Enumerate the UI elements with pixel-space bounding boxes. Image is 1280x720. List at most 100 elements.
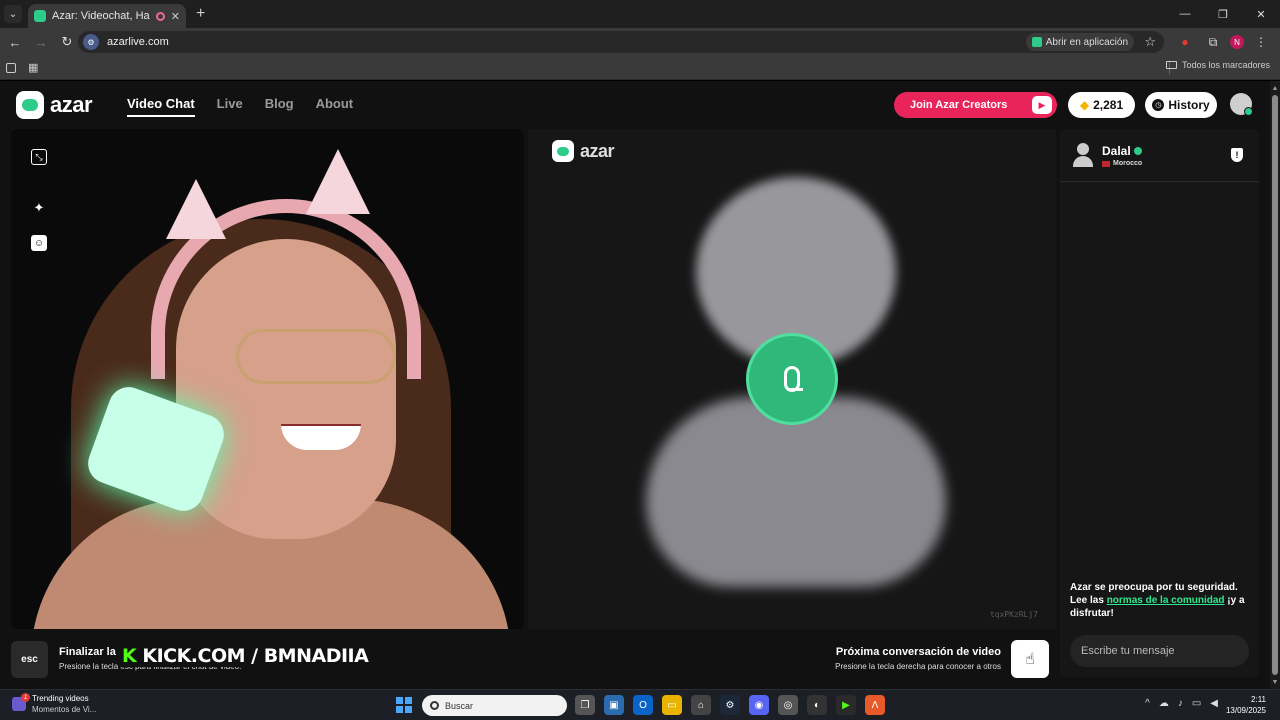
recording-indicator-icon (155, 11, 165, 21)
close-window-icon[interactable]: ✕ (1242, 0, 1280, 28)
azar-logo[interactable]: azar (16, 91, 93, 119)
site-info-icon[interactable]: ⚙ (83, 34, 99, 50)
tab-title: Azar: Videochat, Haz nuevo (52, 10, 150, 22)
remote-logo-text: azar (580, 140, 615, 161)
news-widget[interactable]: 1 Trending videos Momentos de Vi... (12, 693, 96, 715)
report-shield-icon[interactable]: ! (1231, 148, 1243, 162)
scroll-up-icon[interactable]: ▲ (1270, 83, 1280, 93)
all-bookmarks-button[interactable]: Todos los marcadores (1165, 60, 1270, 70)
system-clock[interactable]: 2:11 13/09/2025 (1226, 694, 1266, 716)
effects-sparkle-icon[interactable]: ✦ (31, 200, 47, 216)
community-guidelines-link[interactable]: normas de la comunidad (1107, 595, 1225, 606)
azar-logo-icon (16, 91, 44, 119)
bookmark-star-icon[interactable]: ☆ (1144, 34, 1156, 50)
face-filter-icon[interactable]: ☺ (31, 235, 47, 251)
scroll-thumb[interactable] (1272, 95, 1278, 675)
azar-logo-icon (552, 140, 574, 162)
stream-overlay-handle: KICK.COM / BMNADIIA (136, 645, 369, 667)
windows-start-icon[interactable] (396, 697, 412, 713)
app-launcher-icon[interactable]: Λ (865, 695, 885, 715)
tab-search-dropdown-icon[interactable]: ⌄ (4, 5, 22, 23)
avatar-status-badge (1244, 107, 1253, 116)
kick-logo-letter: K (122, 645, 137, 667)
chrome-icon[interactable]: ◎ (778, 695, 798, 715)
nav-live[interactable]: Live (217, 96, 243, 117)
video-glasses (236, 329, 396, 384)
file-explorer-icon[interactable]: ▭ (662, 695, 682, 715)
task-view-icon[interactable]: ❐ (575, 695, 595, 715)
gems-button[interactable]: ◆ 2,281 (1068, 92, 1135, 118)
scroll-down-icon[interactable]: ▼ (1270, 677, 1280, 687)
tray-overflow-icon[interactable]: ^ (1145, 698, 1150, 709)
nav-about[interactable]: About (316, 96, 354, 117)
browser-tab[interactable]: Azar: Videochat, Haz nuevo ✕ (28, 4, 186, 28)
minimize-icon[interactable]: — (1166, 0, 1204, 28)
remote-video: azar tqxPKzRLj7 (528, 129, 1056, 629)
open-in-app-button[interactable]: Abrir en aplicación (1025, 33, 1134, 51)
display-icon[interactable]: ▭ (1192, 698, 1201, 709)
open-in-app-label: Abrir en aplicación (1045, 36, 1128, 48)
gems-count: 2,281 (1093, 98, 1124, 112)
bookmark-page-icon[interactable] (6, 62, 16, 73)
nav-video-chat[interactable]: Video Chat (127, 96, 195, 117)
extensions-area: ● ⧉ N ⋮ (1174, 28, 1280, 56)
reload-icon[interactable]: ↻ (56, 31, 78, 53)
bookmarks-bar: ▦ Todos los marcadores (0, 56, 1280, 80)
next-chat-button[interactable]: ☝ (1011, 640, 1049, 678)
streaming-app-icon[interactable]: ▶ (836, 695, 856, 715)
tab-close-icon[interactable]: ✕ (171, 10, 180, 23)
blurred-avatar-body (646, 397, 946, 587)
restore-icon[interactable]: ❐ (1204, 0, 1242, 28)
verified-icon (1133, 147, 1142, 155)
morocco-flag-icon (1102, 160, 1110, 167)
nav-blog[interactable]: Blog (265, 96, 294, 117)
obs-icon[interactable]: ◐ (807, 695, 827, 715)
chat-panel: Dalal Morocco ! Azar se preocupa por tu … (1060, 129, 1259, 677)
forward-icon[interactable]: → (30, 31, 52, 53)
clock-date: 13/09/2025 (1225, 706, 1266, 715)
gem-icon: ◆ (1079, 98, 1090, 112)
outlook-icon[interactable]: O (633, 695, 653, 715)
extensions-puzzle-icon[interactable]: ⧉ (1202, 31, 1224, 53)
page-scrollbar[interactable]: ▲ ▼ (1270, 81, 1280, 689)
steam-icon[interactable]: ⚙ (720, 695, 740, 715)
url-text[interactable]: azarlive.com (107, 36, 169, 48)
omnibox[interactable]: ⚙ azarlive.com Abrir en aplicación ☆ (78, 31, 1164, 53)
peer-avatar-icon (1072, 143, 1094, 169)
volume-icon[interactable]: ◀ (1210, 698, 1218, 709)
clock-time: 2:11 (1251, 695, 1266, 704)
apps-grid-icon[interactable]: ▦ (28, 61, 38, 74)
history-button[interactable]: ◷ History (1145, 92, 1217, 118)
app-icon[interactable]: ⌂ (691, 695, 711, 715)
minimize-video-icon[interactable]: ⤡ (31, 149, 47, 165)
system-tray: ^ ☁ ♪ ▭ ◀ (1145, 698, 1218, 709)
next-chat-title: Próxima conversación de video (835, 646, 1001, 658)
cloud-icon[interactable]: ☁ (1159, 698, 1169, 709)
new-tab-button[interactable]: + (196, 5, 205, 23)
back-icon[interactable]: ← (4, 31, 26, 53)
message-input[interactable] (1070, 635, 1249, 667)
stream-overlay-text: K KICK.COM / BMNADIIA (120, 645, 371, 667)
browser-menu-icon[interactable]: ⋮ (1250, 31, 1272, 53)
history-label: History (1168, 98, 1210, 112)
store-icon[interactable]: ▣ (604, 695, 624, 715)
play-icon: ▶ (1032, 96, 1052, 114)
panel-divider (1060, 181, 1259, 182)
remote-azar-logo: azar (552, 140, 615, 162)
peer-country: Morocco (1102, 160, 1142, 167)
profile-avatar-icon[interactable]: N (1230, 35, 1244, 49)
azar-page: azar Video Chat Live Blog About Join Aza… (0, 81, 1270, 689)
microphone-button[interactable] (746, 333, 838, 425)
main-nav: Video Chat Live Blog About (127, 96, 353, 117)
safety-notice: Azar se preocupa por tu seguridad. Lee l… (1070, 581, 1250, 620)
browser-tab-strip: ⌄ Azar: Videochat, Haz nuevo ✕ + — ❐ ✕ (0, 0, 1280, 28)
peer-info: Dalal Morocco ! (1072, 143, 1247, 173)
creators-label: Join Azar Creators (910, 99, 1008, 111)
join-creators-button[interactable]: Join Azar Creators ▶ (894, 92, 1057, 118)
tray-mic-icon[interactable]: ♪ (1178, 698, 1183, 709)
end-chat-esc-button[interactable]: esc (11, 641, 48, 678)
extension-icon[interactable]: ● (1174, 31, 1196, 53)
discord-icon[interactable]: ◉ (749, 695, 769, 715)
video-cat-ear-left (166, 179, 226, 239)
taskbar-search[interactable]: Buscar (422, 695, 567, 716)
